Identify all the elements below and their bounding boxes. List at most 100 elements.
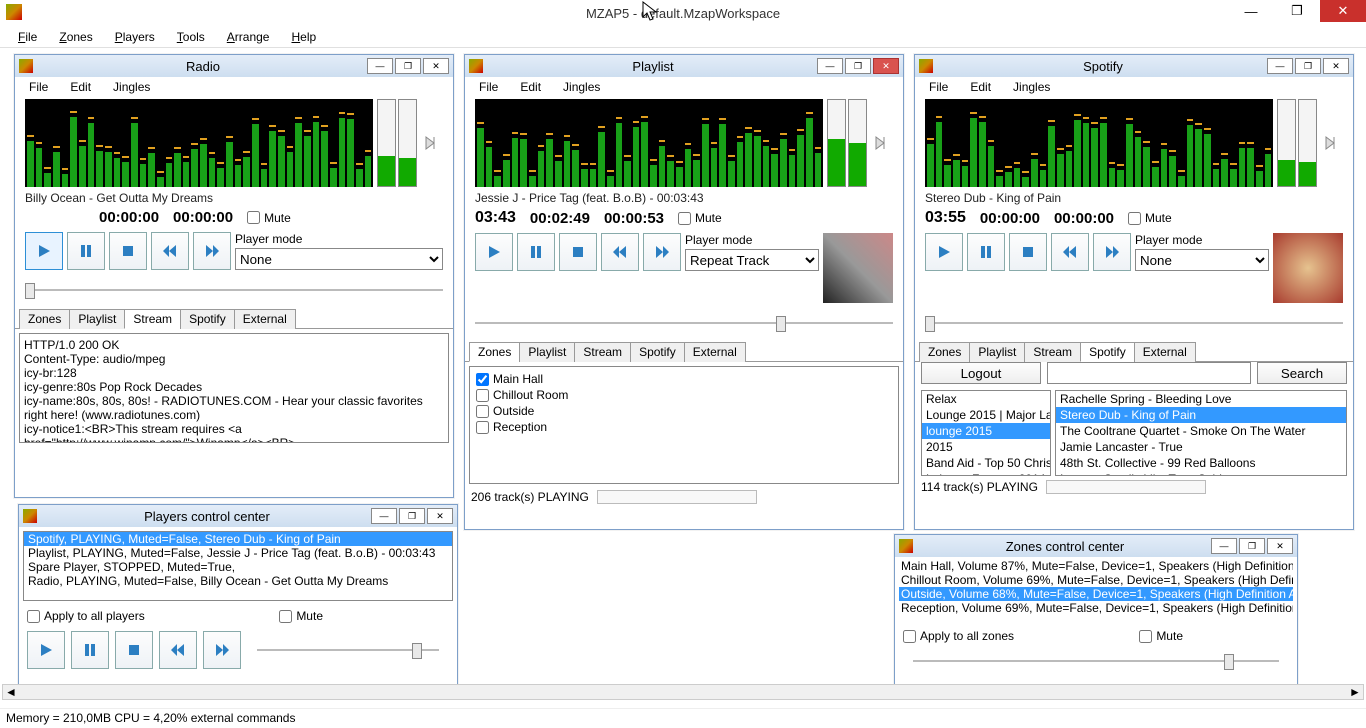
tab-zones[interactable]: Zones bbox=[919, 342, 970, 362]
list-item[interactable]: Reception, Volume 69%, Mute=False, Devic… bbox=[899, 601, 1293, 615]
list-item[interactable]: Lokerse Feesten 2014 bbox=[922, 471, 1050, 476]
playlist-close[interactable]: ✕ bbox=[873, 58, 899, 74]
tab-stream[interactable]: Stream bbox=[1024, 342, 1081, 362]
list-item[interactable]: 2015 bbox=[922, 439, 1050, 455]
spotify-search-button[interactable]: Search bbox=[1257, 362, 1347, 384]
list-item[interactable]: Band Aid - Top 50 Chris bbox=[922, 455, 1050, 471]
playlist-jingles[interactable]: Jingles bbox=[555, 80, 608, 94]
radio-jingles[interactable]: Jingles bbox=[105, 80, 158, 94]
spotify-pause-button[interactable] bbox=[967, 233, 1005, 271]
list-item[interactable]: The Cooltrane Quartet - Smoke On The Wat… bbox=[1056, 423, 1346, 439]
zcc-volume-slider[interactable] bbox=[913, 651, 1279, 671]
zone-reception[interactable]: Reception bbox=[474, 419, 894, 435]
spotify-tracks[interactable]: Rachelle Spring - Bleeding LoveStereo Du… bbox=[1055, 390, 1347, 476]
list-item[interactable]: lounge 2015 bbox=[922, 423, 1050, 439]
tab-playlist[interactable]: Playlist bbox=[969, 342, 1025, 362]
zcc-max[interactable]: ❐ bbox=[1239, 538, 1265, 554]
list-item[interactable]: Spotify, PLAYING, Muted=False, Stereo Du… bbox=[24, 532, 452, 546]
tab-spotify[interactable]: Spotify bbox=[1080, 342, 1135, 362]
playlist-pause-button[interactable] bbox=[517, 233, 555, 271]
tab-external[interactable]: External bbox=[1134, 342, 1196, 362]
spotify-stop-button[interactable] bbox=[1009, 233, 1047, 271]
tab-spotify[interactable]: Spotify bbox=[630, 342, 685, 362]
menu-zones[interactable]: Zones bbox=[49, 28, 102, 46]
workspace-hscroll[interactable]: ◄► bbox=[2, 684, 1364, 700]
zcc-apply-check[interactable]: Apply to all zones bbox=[903, 629, 1014, 643]
radio-max[interactable]: ❐ bbox=[395, 58, 421, 74]
spotify-play-button[interactable] bbox=[925, 233, 963, 271]
tab-zones[interactable]: Zones bbox=[19, 309, 70, 329]
playlist-max[interactable]: ❐ bbox=[845, 58, 871, 74]
playlist-min[interactable]: — bbox=[817, 58, 843, 74]
zone-chillout-room[interactable]: Chillout Room bbox=[474, 387, 894, 403]
playlist-play-button[interactable] bbox=[475, 233, 513, 271]
zcc-close[interactable]: ✕ bbox=[1267, 538, 1293, 554]
playlist-pmode-select[interactable]: Repeat Track bbox=[685, 249, 819, 271]
close-button[interactable]: ✕ bbox=[1320, 0, 1366, 22]
pcc-volume-slider[interactable] bbox=[257, 640, 439, 660]
list-item[interactable]: Radio, PLAYING, Muted=False, Billy Ocean… bbox=[24, 574, 452, 588]
minimize-button[interactable]: — bbox=[1228, 0, 1274, 22]
playlist-edit[interactable]: Edit bbox=[512, 80, 549, 94]
pcc-min[interactable]: — bbox=[371, 508, 397, 524]
pcc-prev-button[interactable] bbox=[159, 631, 197, 669]
list-item[interactable]: Stereo Dub - King of Pain bbox=[1056, 407, 1346, 423]
radio-close[interactable]: ✕ bbox=[423, 58, 449, 74]
zcc-mute-check[interactable]: Mute bbox=[1139, 629, 1183, 643]
spotify-mute-check[interactable]: Mute bbox=[1128, 211, 1172, 225]
spotify-min[interactable]: — bbox=[1267, 58, 1293, 74]
spotify-close[interactable]: ✕ bbox=[1323, 58, 1349, 74]
menu-help[interactable]: Help bbox=[281, 28, 326, 46]
tab-external[interactable]: External bbox=[684, 342, 746, 362]
menu-arrange[interactable]: Arrange bbox=[217, 28, 280, 46]
list-item[interactable]: Main Hall, Volume 87%, Mute=False, Devic… bbox=[899, 559, 1293, 573]
radio-mute-check[interactable]: Mute bbox=[247, 211, 291, 225]
spotify-seek-slider[interactable] bbox=[925, 313, 1343, 333]
radio-file[interactable]: File bbox=[21, 80, 56, 94]
tab-zones[interactable]: Zones bbox=[469, 342, 520, 362]
playlist-mute-check[interactable]: Mute bbox=[678, 211, 722, 225]
tab-external[interactable]: External bbox=[234, 309, 296, 329]
pcc-pause-button[interactable] bbox=[71, 631, 109, 669]
playlist-next-button[interactable] bbox=[643, 233, 681, 271]
spotify-playlists[interactable]: RelaxLounge 2015 | Major Lalounge 201520… bbox=[921, 390, 1051, 476]
pcc-apply-check[interactable]: Apply to all players bbox=[27, 609, 145, 623]
spotify-pmode-select[interactable]: None bbox=[1135, 249, 1269, 271]
zone-outside[interactable]: Outside bbox=[474, 403, 894, 419]
tab-playlist[interactable]: Playlist bbox=[519, 342, 575, 362]
list-item[interactable]: Playlist, PLAYING, Muted=False, Jessie J… bbox=[24, 546, 452, 560]
spotify-edit[interactable]: Edit bbox=[962, 80, 999, 94]
tab-stream[interactable]: Stream bbox=[574, 342, 631, 362]
list-item[interactable]: Chillout Room, Volume 69%, Mute=False, D… bbox=[899, 573, 1293, 587]
pcc-close[interactable]: ✕ bbox=[427, 508, 453, 524]
radio-seek-slider[interactable] bbox=[25, 280, 443, 300]
spotify-logout-button[interactable]: Logout bbox=[921, 362, 1041, 384]
zcc-list[interactable]: Main Hall, Volume 87%, Mute=False, Devic… bbox=[899, 559, 1293, 623]
radio-prev-button[interactable] bbox=[151, 232, 189, 270]
radio-play-button[interactable] bbox=[25, 232, 63, 270]
tab-stream[interactable]: Stream bbox=[124, 309, 181, 329]
pcc-list[interactable]: Spotify, PLAYING, Muted=False, Stereo Du… bbox=[23, 531, 453, 601]
list-item[interactable]: Relax bbox=[922, 391, 1050, 407]
radio-stop-button[interactable] bbox=[109, 232, 147, 270]
playlist-seek-slider[interactable] bbox=[475, 313, 893, 333]
list-item[interactable]: Ituana - Smells Like Teen Spirit bbox=[1056, 471, 1346, 476]
pcc-max[interactable]: ❐ bbox=[399, 508, 425, 524]
maximize-button[interactable]: ❐ bbox=[1274, 0, 1320, 22]
playlist-file[interactable]: File bbox=[471, 80, 506, 94]
spotify-file[interactable]: File bbox=[921, 80, 956, 94]
list-item[interactable]: Spare Player, STOPPED, Muted=True, bbox=[24, 560, 452, 574]
zcc-min[interactable]: — bbox=[1211, 538, 1237, 554]
radio-pause-button[interactable] bbox=[67, 232, 105, 270]
list-item[interactable]: 48th St. Collective - 99 Red Balloons bbox=[1056, 455, 1346, 471]
spotify-next-button[interactable] bbox=[1093, 233, 1131, 271]
tab-spotify[interactable]: Spotify bbox=[180, 309, 235, 329]
list-item[interactable]: Jamie Lancaster - True bbox=[1056, 439, 1346, 455]
pcc-mute-check[interactable]: Mute bbox=[279, 609, 323, 623]
spotify-prev-button[interactable] bbox=[1051, 233, 1089, 271]
list-item[interactable]: Lounge 2015 | Major La bbox=[922, 407, 1050, 423]
radio-edit[interactable]: Edit bbox=[62, 80, 99, 94]
radio-pmode-select[interactable]: None bbox=[235, 248, 443, 270]
pcc-next-button[interactable] bbox=[203, 631, 241, 669]
playlist-prev-button[interactable] bbox=[601, 233, 639, 271]
